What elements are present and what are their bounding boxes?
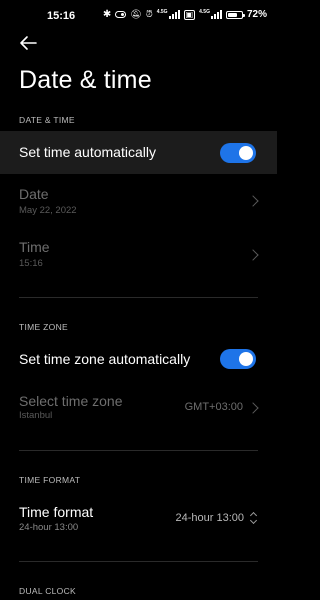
chevron-right-icon [247,195,259,207]
time-label: Time [19,239,50,255]
set-time-automatically-row[interactable]: Set time automatically [0,131,277,174]
select-time-zone-label: Select time zone [19,393,123,409]
set-time-zone-automatically-switch[interactable] [220,349,256,369]
time-format-value: 24-hour 13:00 [175,512,245,524]
time-value: 15:16 [19,258,43,269]
date-row[interactable]: Date May 22, 2022 [0,178,277,228]
section-label-date-time: DATE & TIME [19,115,75,125]
back-arrow-icon[interactable] [18,33,38,53]
page-title: Date & time [19,66,152,94]
battery-icon [225,10,245,19]
mute-icon: 🔕︎ [130,9,142,19]
alarm-icon: ⏰︎ [145,9,153,19]
battery-percent: 72% [246,9,267,20]
dropdown-updown-icon [250,512,258,524]
time-format-row[interactable]: Time format 24-hour 13:00 24-hour 13:00 [0,498,277,540]
time-zone-city: Istanbul [19,410,53,421]
chevron-right-icon [247,249,259,261]
data-saver-icon [115,11,127,18]
date-value: May 22, 2022 [19,205,77,216]
network-type-label-2: 4.5G [199,9,210,15]
divider [19,561,258,562]
bluetooth-icon: ✱ [102,9,112,20]
set-time-zone-automatically-row[interactable]: Set time zone automatically [0,338,277,381]
network-type-label: 4.5G [156,9,168,15]
signal-icon-sim2: 4.5G [199,10,222,19]
status-icons: ✱ 🔕︎ ⏰︎ 4.5G ▣ 4.5G 72% [103,9,267,20]
chevron-right-icon [247,402,259,414]
divider [19,450,258,451]
divider [19,297,258,298]
section-label-dual-clock: DUAL CLOCK [19,586,77,596]
section-label-time-zone: TIME ZONE [19,322,68,332]
time-format-label: Time format [19,504,94,520]
signal-icon-sim1: 4.5G [157,10,180,19]
date-label: Date [19,186,49,202]
time-zone-offset: GMT+03:00 [184,401,243,413]
time-row[interactable]: Time 15:16 [0,232,277,282]
set-time-automatically-label: Set time automatically [19,144,156,160]
status-time: 15:16 [47,10,76,22]
wifi-icon: ▣ [183,9,196,20]
status-bar: 15:16 ✱ 🔕︎ ⏰︎ 4.5G ▣ 4.5G 72% [0,0,277,34]
set-time-automatically-switch[interactable] [220,143,256,163]
select-time-zone-row[interactable]: Select time zone Istanbul GMT+03:00 [0,385,277,435]
time-format-sub: 24-hour 13:00 [19,522,79,533]
section-label-time-format: TIME FORMAT [19,475,81,485]
set-time-zone-automatically-label: Set time zone automatically [19,351,191,367]
